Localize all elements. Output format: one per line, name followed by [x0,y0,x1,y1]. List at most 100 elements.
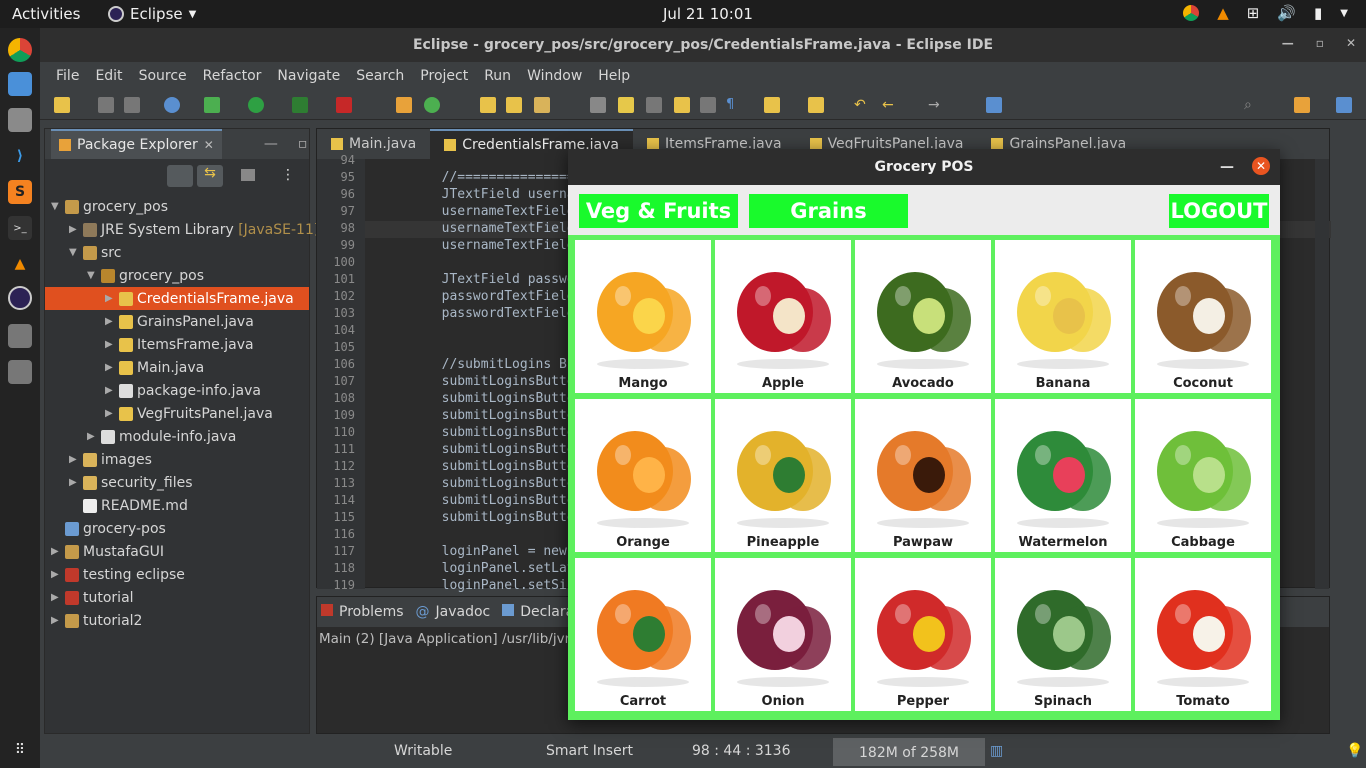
tree-package-grocery_pos[interactable]: ▼ grocery_pos [87,264,204,287]
debug-icon[interactable] [204,97,220,113]
search-icon[interactable]: ⌕ [1244,97,1260,113]
product-banana[interactable]: Banana [995,240,1131,393]
product-orange[interactable]: Orange [575,399,711,552]
next-annotation-icon[interactable] [764,97,780,113]
product-pepper[interactable]: Pepper [855,558,991,711]
menu-refactor[interactable]: Refactor [195,68,270,84]
save-all-icon[interactable] [124,97,140,113]
product-apple[interactable]: Apple [715,240,851,393]
toggle-mark-icon[interactable] [590,97,606,113]
product-avocado[interactable]: Avocado [855,240,991,393]
activities-button[interactable]: Activities [12,5,80,23]
tab-declaration[interactable]: Declara [502,604,574,620]
block-select-icon[interactable] [646,97,662,113]
product-watermelon[interactable]: Watermelon [995,399,1131,552]
word-wrap-icon[interactable] [674,97,690,113]
paragraph-icon[interactable]: ¶ [726,97,742,113]
collapse-all-icon[interactable] [167,165,193,187]
menu-edit[interactable]: Edit [87,68,130,84]
back-icon[interactable]: ← [882,97,898,113]
chrome-icon[interactable] [8,38,32,62]
highlight-icon[interactable] [618,97,634,113]
link-editor-icon[interactable]: ⇆ [197,165,223,187]
run-icon[interactable] [248,97,264,113]
document-icon[interactable] [8,72,32,96]
filter-icon[interactable] [241,169,255,181]
vlc-icon[interactable]: ▲ [8,252,32,276]
tab-main-java[interactable]: Main.java [317,129,430,159]
menu-help[interactable]: Help [590,68,638,84]
usb-icon[interactable] [8,324,32,348]
open-task-icon[interactable] [506,97,522,113]
clock[interactable]: Jul 21 10:01 [663,5,753,23]
whitespace-icon[interactable] [700,97,716,113]
maximize-icon[interactable]: ▫ [298,136,308,152]
new-class-icon[interactable] [424,97,440,113]
open-perspective-icon[interactable] [1294,97,1310,113]
vlc-icon[interactable]: ▲ [1217,4,1229,22]
minimize-icon[interactable]: — [1282,36,1294,50]
minimize-icon[interactable]: — [1220,159,1234,175]
minimize-icon[interactable]: — [264,136,278,152]
tree-src[interactable]: ▼ src [69,241,121,264]
chrome-icon[interactable] [1183,5,1200,21]
close-icon[interactable]: ✕ [1346,36,1356,50]
open-folder-icon[interactable] [480,97,496,113]
product-tomato[interactable]: Tomato [1135,558,1271,711]
menu-run[interactable]: Run [476,68,519,84]
tab-javadoc[interactable]: @ Javadoc [416,604,491,620]
usb-drive-icon[interactable] [8,360,32,384]
save-icon[interactable] [98,97,114,113]
tree-folder-images[interactable]: ▶ images [69,448,152,471]
forward-icon[interactable]: → [928,97,944,113]
files-icon[interactable] [8,108,32,132]
chevron-down-icon[interactable]: ▼ [1340,8,1348,19]
grains-button[interactable]: Grains [749,194,908,228]
tree-project-grocery-pos[interactable]: grocery-pos [51,517,166,540]
menu-window[interactable]: Window [519,68,590,84]
coverage-icon[interactable] [292,97,308,113]
tree-jre-library[interactable]: ▶ JRE System Library [JavaSE-11] [69,218,319,241]
tree-project-testing-eclipse[interactable]: ▶ testing eclipse [51,563,185,586]
new-icon[interactable] [54,97,70,113]
tree-project-grocery_pos[interactable]: ▼ grocery_pos [51,195,168,218]
product-mango[interactable]: Mango [575,240,711,393]
apps-grid-icon[interactable]: ⠿ [8,738,32,762]
product-coconut[interactable]: Coconut [1135,240,1271,393]
tree-file-module-info[interactable]: ▶ module-info.java [87,425,236,448]
tree-file-readme[interactable]: README.md [69,494,188,517]
tree-file-grainspanel[interactable]: ▶ GrainsPanel.java [105,310,254,333]
lightbulb-icon[interactable]: 💡 [1346,743,1363,759]
logout-button[interactable]: LOGOUT [1169,194,1269,228]
maximize-icon[interactable]: ▫ [1316,36,1324,50]
tab-problems[interactable]: Problems [321,604,404,620]
brush-icon[interactable] [534,97,550,113]
volume-icon[interactable]: 🔊 [1277,4,1296,22]
tree-file-main[interactable]: ▶ Main.java [105,356,204,379]
tree-file-itemsframe[interactable]: ▶ ItemsFrame.java [105,333,254,356]
network-icon[interactable]: ⊞ [1247,4,1260,22]
menu-navigate[interactable]: Navigate [269,68,348,84]
product-carrot[interactable]: Carrot [575,558,711,711]
skip-breakpoints-icon[interactable] [164,97,180,113]
tree-file-credentialsframe[interactable]: ▶ CredentialsFrame.java [45,287,309,310]
tree-file-vegfruitspanel[interactable]: ▶ VegFruitsPanel.java [105,402,273,425]
tree-file-package-info[interactable]: ▶ package-info.java [105,379,261,402]
view-menu-icon[interactable]: ⋮ [281,167,295,183]
product-spinach[interactable]: Spinach [995,558,1131,711]
tree-project-tutorial2[interactable]: ▶ tutorial2 [51,609,142,632]
sublime-icon[interactable]: S [8,180,32,204]
menu-search[interactable]: Search [348,68,412,84]
last-edit-icon[interactable]: ↶ [854,97,870,113]
new-package-icon[interactable] [396,97,412,113]
eclipse-icon[interactable] [8,286,32,310]
system-tray[interactable]: ▲ ⊞ 🔊 ▮ ▼ [1183,4,1348,22]
prev-annotation-icon[interactable] [808,97,824,113]
tab-package-explorer[interactable]: Package Explorer ✕ [51,129,222,159]
app-menu[interactable]: Eclipse ▼ [108,5,196,23]
product-onion[interactable]: Onion [715,558,851,711]
veg-fruits-button[interactable]: Veg & Fruits [579,194,738,228]
java-perspective-icon[interactable] [1336,97,1352,113]
menu-project[interactable]: Project [412,68,476,84]
product-cabbage[interactable]: Cabbage [1135,399,1271,552]
